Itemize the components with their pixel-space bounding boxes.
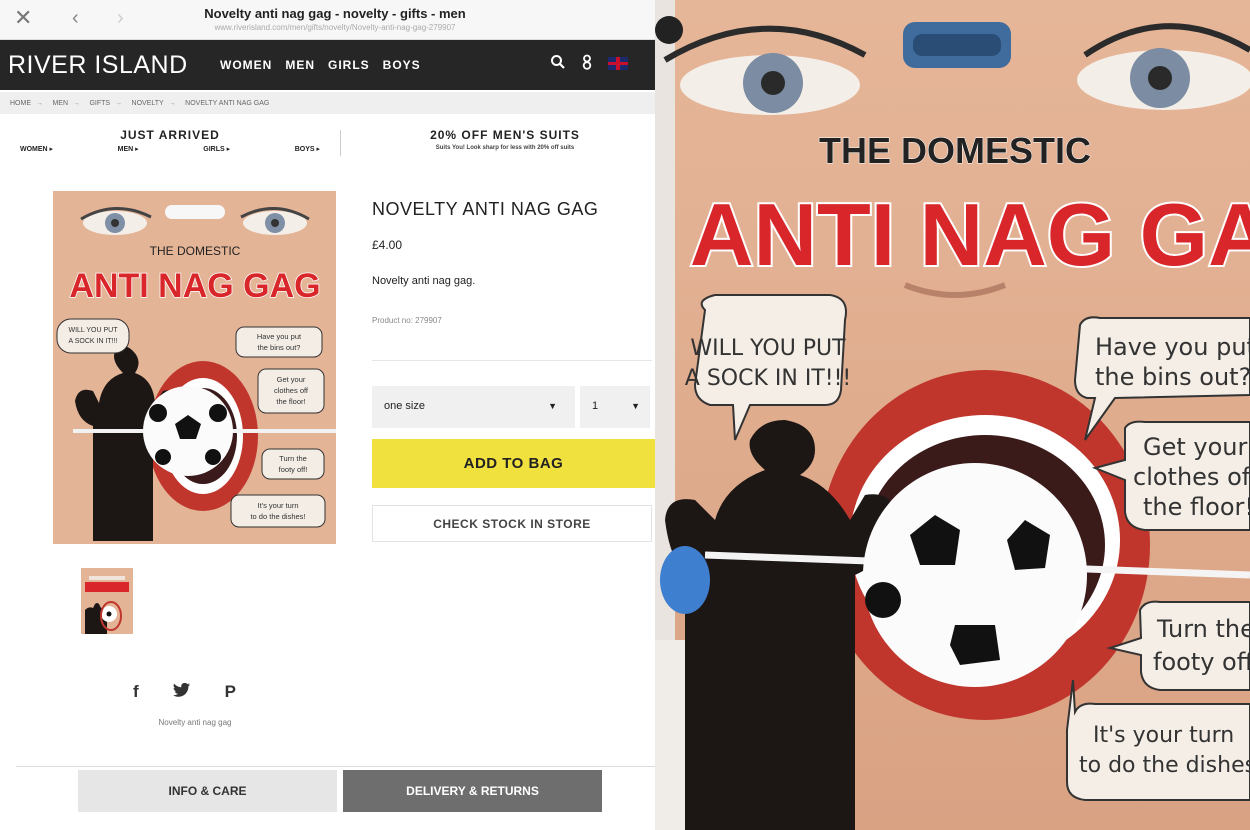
promo-just-arrived: JUST ARRIVED WOMEN ▸ MEN ▸ GIRLS ▸ BOYS … <box>20 128 320 153</box>
close-icon[interactable]: ✕ <box>14 7 34 29</box>
add-to-bag-button[interactable]: ADD TO BAG <box>372 439 655 488</box>
product-description: Novelty anti nag gag. <box>372 275 476 287</box>
check-stock-button[interactable]: CHECK STOCK IN STORE <box>372 505 652 542</box>
promo-divider <box>340 130 341 156</box>
promo-suits[interactable]: 20% OFF MEN'S SUITS Suits You! Look shar… <box>360 128 650 151</box>
breadcrumb-novelty[interactable]: NOVELTY <box>132 100 164 107</box>
package-bubble1-line1: WILL YOU PUT <box>68 327 118 334</box>
closeup-bubble5-line1: It's your turn <box>1093 723 1234 748</box>
quantity-select[interactable]: 1 ▼ <box>580 386 650 428</box>
breadcrumb-current: NOVELTY ANTI NAG GAG <box>185 100 270 107</box>
promo-right-subtitle: Suits You! Look sharp for less with 20% … <box>435 145 575 151</box>
promo-link-men[interactable]: MEN ▸ <box>118 145 139 153</box>
package-line1: THE DOMESTIC <box>150 244 241 258</box>
product-image[interactable]: THE DOMESTIC ANTI NAG GAG WILL YOU PUT A… <box>53 191 336 544</box>
webpage-screenshot: ✕ ‹ › Novelty anti nag gag - novelty - g… <box>0 0 655 830</box>
package-bubble5-line2: to do the dishes! <box>250 512 305 521</box>
package-bubble1-line2: A SOCK IN IT!!! <box>68 338 117 345</box>
brand-logo[interactable]: RIVER ISLAND <box>8 51 188 80</box>
flag-icon[interactable] <box>608 57 628 70</box>
promo-link-girls[interactable]: GIRLS ▸ <box>203 145 230 153</box>
closeup-bubble3-line3: the floor! <box>1143 493 1250 521</box>
page-title: Novelty anti nag gag - novelty - gifts -… <box>204 6 466 21</box>
package-bubble4-line1: Turn the <box>279 454 307 463</box>
product-photo-closeup: THE DOMESTIC ANTI NAG GAG WILL YOU PUT A… <box>655 0 1250 830</box>
share-icons: f P <box>133 682 236 702</box>
nav-item-men[interactable]: MEN <box>285 58 315 72</box>
quantity-select-value: 1 <box>592 400 599 412</box>
closeup-bubble2-line1: Have you put <box>1095 333 1250 361</box>
size-select[interactable]: one size ▼ <box>372 386 575 428</box>
facebook-icon[interactable]: f <box>133 682 139 702</box>
closeup-bubble5-line2: to do the dishes <box>1079 753 1250 778</box>
tab-delivery-returns[interactable]: DELIVERY & RETURNS <box>343 770 602 812</box>
share-caption: Novelty anti nag gag <box>158 718 232 727</box>
twitter-icon[interactable] <box>172 682 191 698</box>
forward-icon[interactable]: › <box>117 7 124 30</box>
browser-toolbar: ✕ ‹ › Novelty anti nag gag - novelty - g… <box>0 0 655 40</box>
closeup-bubble2-line2: the bins out? <box>1095 363 1250 391</box>
closeup-bubble3-line2: clothes of <box>1133 463 1250 491</box>
closeup-bubble4-line1: Turn the <box>1156 615 1250 643</box>
closeup-bubble3-line1: Get your <box>1143 433 1248 461</box>
site-header: RIVER ISLAND WOMEN MEN GIRLS BOYS <box>0 40 655 90</box>
divider <box>16 766 655 767</box>
nav-item-boys[interactable]: BOYS <box>383 58 421 72</box>
closeup-line2: ANTI NAG GAG <box>690 185 1250 284</box>
package-bubble5-line1: It's your turn <box>257 501 298 510</box>
nav-item-women[interactable]: WOMEN <box>220 58 272 72</box>
package-bubble3-line1: Get your <box>277 375 306 384</box>
search-icon[interactable] <box>550 54 566 70</box>
package-bubble3-line2: clothes off <box>274 386 309 395</box>
pinterest-icon[interactable]: P <box>225 682 236 702</box>
package-bubble4-line2: footy off! <box>279 465 308 474</box>
back-icon[interactable]: ‹ <box>72 7 79 30</box>
main-nav: WOMEN MEN GIRLS BOYS <box>220 58 421 72</box>
package-line2: ANTI NAG GAG <box>69 267 320 305</box>
promo-link-boys[interactable]: BOYS ▸ <box>295 145 320 153</box>
closeup-bubble1-line1: WILL YOU PUT <box>690 336 846 361</box>
url-text[interactable]: www.riverisland.com/men/gifts/novelty/No… <box>140 23 530 32</box>
product-thumbnail[interactable] <box>81 568 133 634</box>
breadcrumb-home[interactable]: HOME <box>10 100 31 107</box>
product-number: Product no: 279907 <box>372 316 442 325</box>
chevron-down-icon: ▼ <box>631 401 640 411</box>
size-select-value: one size <box>384 400 425 412</box>
breadcrumb-men[interactable]: MEN <box>52 100 68 107</box>
package-bubble2-line2: the bins out? <box>258 343 301 352</box>
closeup-bubble1-line2: A SOCK IN IT!!! <box>685 366 851 391</box>
header-icons <box>550 54 628 70</box>
account-icon[interactable] <box>580 54 594 70</box>
package-bubble3-line3: the floor! <box>276 397 305 406</box>
breadcrumb: HOME → MEN → GIFTS → NOVELTY → NOVELTY ANTI … <box>0 92 655 114</box>
breadcrumb-gifts[interactable]: GIFTS <box>89 100 110 107</box>
tab-info-care[interactable]: INFO & CARE <box>78 770 337 812</box>
promo-right-title[interactable]: 20% OFF MEN'S SUITS <box>360 128 650 142</box>
nav-item-girls[interactable]: GIRLS <box>328 58 370 72</box>
promo-link-women[interactable]: WOMEN ▸ <box>20 145 53 153</box>
promo-left-title[interactable]: JUST ARRIVED <box>20 128 320 142</box>
product-title: NOVELTY ANTI NAG GAG <box>372 199 599 219</box>
chevron-down-icon: ▼ <box>548 401 557 411</box>
closeup-bubble4-line2: footy off <box>1153 648 1250 676</box>
closeup-line1: THE DOMESTIC <box>819 130 1091 171</box>
package-bubble2-line1: Have you put <box>257 332 302 341</box>
product-price: £4.00 <box>372 238 403 252</box>
divider <box>372 360 652 361</box>
